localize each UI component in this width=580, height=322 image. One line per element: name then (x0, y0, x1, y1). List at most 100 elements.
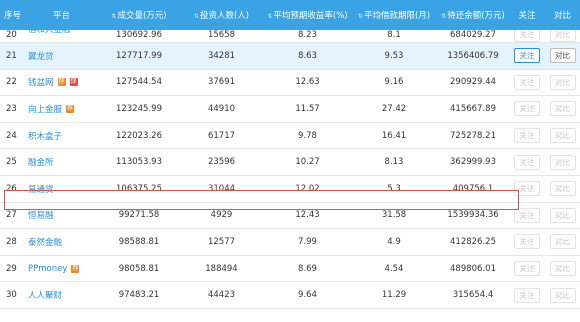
compare-cell: 对比 (545, 149, 580, 176)
row-index: 23 (0, 96, 24, 123)
rate-cell: 8.63 (264, 43, 351, 70)
follow-button[interactable]: 关注 (514, 181, 540, 197)
platform-cell[interactable]: 恒易融 (24, 202, 99, 229)
table-row[interactable]: 27 恒易融 99271.58 4929 12.43 31.58 1539934.36 关注对… (0, 202, 580, 229)
rate-value: 8.63 (298, 50, 317, 61)
table-row[interactable]: 29 PPmoney 荐 98058.81 188494 8.69 4.54 489806.0… (0, 255, 580, 282)
compare-cell: 对比 (545, 202, 580, 229)
follow-button[interactable]: 关注 (514, 48, 540, 64)
table-row[interactable]: 20 信和大金融 130692.96 15658 8.23 8.1 684029.27 关注对… (0, 30, 580, 43)
rate-value: 10.27 (295, 157, 320, 168)
compare-button[interactable]: 对比 (549, 74, 576, 90)
investors-cell: 4929 (179, 202, 264, 229)
compare-button[interactable]: 对比 (549, 128, 576, 144)
table-row[interactable]: 30 人人聚财 97483.21 44423 9.64 11.29 315654.4 关注 对比 (0, 282, 580, 309)
header-rate[interactable]: ⇅平均预期收益率(%) (264, 0, 351, 30)
platform-cell[interactable]: 融金所 (24, 149, 99, 176)
follow-button[interactable]: 关注 (514, 30, 540, 42)
platform-link[interactable]: 人人聚财 (28, 289, 62, 301)
ranking-table-container: 序号 平台 ⇅成交量(万元) ⇅投资人数(人) ⇅平均预期收益率(%) ⇅平均借… (0, 0, 580, 322)
investors-cell: 23596 (179, 149, 264, 176)
header-investors[interactable]: ⇅投资人数(人) (179, 0, 264, 30)
balance-cell: 315654.4 (437, 282, 509, 309)
sort-icon: ⇅ (267, 13, 273, 20)
volume-cell: 98058.81 (99, 255, 179, 282)
table-row[interactable]: 28 泰然金融 98588.81 12577 7.99 4.9 412826.25 关注 对比 (0, 229, 580, 256)
platform-cell[interactable]: 翼龙贷 (24, 43, 99, 70)
balance-value: 290929.44 (450, 77, 496, 88)
follow-button[interactable]: 关注 (514, 207, 540, 223)
compare-button[interactable]: 对比 (549, 287, 576, 303)
platform-cell[interactable]: 积木盒子 (24, 122, 99, 149)
platform-cell[interactable]: 人人聚财 (24, 282, 99, 309)
platform-cell[interactable]: 信和大金融 (24, 30, 99, 43)
header-compare: 对比 (545, 0, 580, 30)
table-row[interactable]: 24 积木盒子 122023.26 61717 9.78 16.41 725278.21 关注… (0, 122, 580, 149)
platform-link[interactable]: 翼龙贷 (28, 50, 54, 62)
rate-cell: 12.63 (264, 69, 351, 96)
rate-value: 8.23 (298, 30, 317, 40)
compare-button[interactable]: 对比 (549, 181, 576, 197)
follow-button[interactable]: 关注 (514, 154, 540, 170)
row-index-value: 21 (6, 50, 17, 61)
term-value: 27.42 (381, 103, 407, 114)
header-term[interactable]: ⇅平均借款期限(月) (351, 0, 437, 30)
compare-cell: 对比 (545, 282, 580, 309)
platform-cell[interactable]: 易通贷 (24, 175, 99, 202)
platform-ranking-table: 序号 平台 ⇅成交量(万元) ⇅投资人数(人) ⇅平均预期收益率(%) ⇅平均借… (0, 0, 580, 309)
platform-link[interactable]: 易通贷 (28, 183, 54, 195)
follow-button[interactable]: 关注 (514, 234, 540, 250)
header-volume[interactable]: ⇅成交量(万元) (99, 0, 179, 30)
platform-link[interactable]: 向上金服 (28, 103, 62, 115)
follow-button[interactable]: 关注 (514, 128, 540, 144)
investors-value: 44910 (207, 103, 236, 114)
follow-button[interactable]: 关注 (514, 287, 540, 303)
row-index-value: 30 (6, 290, 17, 301)
investors-value: 4929 (210, 210, 233, 221)
platform-badge-icon: 荐 (66, 104, 75, 113)
platform-link[interactable]: 恒易融 (28, 209, 54, 221)
follow-button[interactable]: 关注 (514, 74, 540, 90)
platform-link[interactable]: 钱盆网 (28, 76, 54, 88)
term-value: 16.41 (381, 130, 407, 141)
table-row[interactable]: 23 向上金服荐 123245.99 44910 11.57 27.42 415667.89… (0, 96, 580, 123)
platform-cell[interactable]: PPmoney 荐 (24, 255, 99, 282)
follow-button[interactable]: 关注 (514, 261, 540, 277)
table-row[interactable]: 22 钱盆网荐保 127544.54 37691 12.63 9.16 290929.44 关… (0, 69, 580, 96)
platform-cell[interactable]: 向上金服荐 (24, 96, 99, 123)
table-row[interactable]: 25 融金所 113053.93 23596 10.27 8.13 362999.93 关注对… (0, 149, 580, 176)
volume-cell: 106375.25 (99, 175, 179, 202)
platform-link[interactable]: 积木盒子 (28, 130, 62, 142)
follow-cell: 关注 (509, 255, 545, 282)
investors-cell: 31044 (179, 175, 264, 202)
platform-link[interactable]: 信和大金融 (28, 30, 71, 35)
platform-link[interactable]: 融金所 (28, 156, 54, 168)
term-value: 9.53 (384, 50, 404, 61)
compare-button[interactable]: 对比 (549, 154, 576, 170)
compare-button[interactable]: 对比 (549, 207, 576, 223)
compare-button[interactable]: 对比 (549, 234, 576, 250)
row-index-value: 27 (6, 210, 17, 221)
header-balance[interactable]: ⇅待还余额(万元) (437, 0, 509, 30)
compare-button[interactable]: 对比 (549, 261, 576, 277)
platform-cell[interactable]: 钱盆网荐保 (24, 69, 99, 96)
follow-button[interactable]: 关注 (514, 101, 540, 117)
investors-cell: 44910 (179, 96, 264, 123)
table-row[interactable]: 21 翼龙贷 127717.99 34281 8.63 9.53 1356406.79 关注对… (0, 42, 580, 70)
platform-link[interactable]: 泰然金融 (28, 236, 62, 248)
rate-cell: 12.02 (264, 175, 351, 202)
table-row[interactable]: 26 易通贷 106375.25 31044 12.02 5.3 409756.1 关注 对比 (0, 175, 580, 203)
rate-cell: 12.43 (264, 202, 351, 229)
compare-button[interactable]: 对比 (549, 48, 576, 64)
row-index: 30 (0, 282, 24, 309)
platform-link[interactable]: PPmoney (28, 264, 67, 274)
compare-button[interactable]: 对比 (549, 30, 576, 42)
platform-cell[interactable]: 泰然金融 (24, 229, 99, 256)
row-index: 27 (0, 202, 24, 229)
term-value: 11.29 (381, 290, 407, 301)
investors-value: 61717 (207, 130, 236, 141)
compare-cell: 对比 (545, 255, 580, 282)
row-index-value: 26 (6, 183, 17, 194)
volume-cell: 97483.21 (99, 282, 179, 309)
compare-button[interactable]: 对比 (549, 101, 576, 117)
